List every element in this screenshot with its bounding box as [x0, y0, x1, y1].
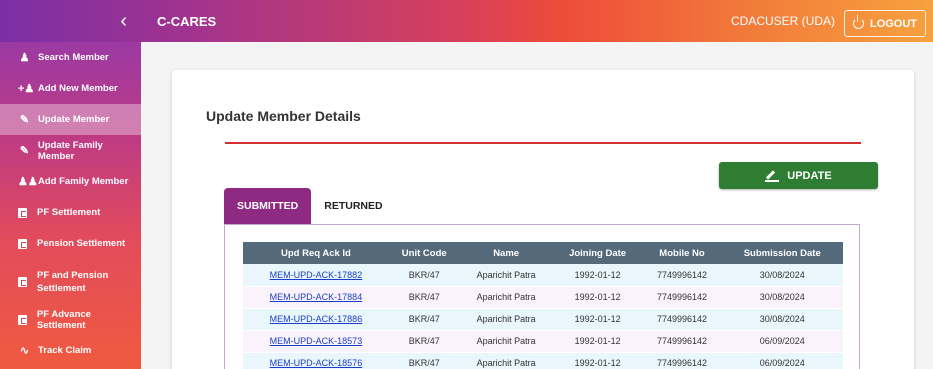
- sidebar-item-label: Search Member: [38, 52, 109, 63]
- pf-icon: [18, 238, 27, 249]
- table-cell: 06/09/2024: [721, 330, 843, 353]
- sidebar-item-label: Add Family Member: [38, 176, 129, 187]
- update-button[interactable]: UPDATE: [719, 162, 878, 189]
- edit-icon: ✎: [19, 145, 30, 157]
- top-app-bar: ‹ C-CARES CDACUSER (UDA) LOGOUT: [0, 0, 933, 42]
- sidebar-item-pf-settlement[interactable]: PF Settlement: [0, 197, 141, 228]
- table-row: MEM-UPD-ACK-18576 BKR/47 Aparichit Patra…: [243, 352, 843, 369]
- table-cell: BKR/47: [388, 308, 460, 331]
- search-user-icon: ♟: [19, 52, 30, 64]
- table-cell: Aparichit Patra: [459, 286, 553, 309]
- table-row: MEM-UPD-ACK-17882 BKR/47 Aparichit Patra…: [243, 264, 843, 287]
- logout-button[interactable]: LOGOUT: [844, 10, 926, 37]
- table-cell: 06/09/2024: [721, 352, 843, 369]
- group-icon: ♟♟: [18, 176, 38, 188]
- table-cell: 7749996142: [642, 352, 722, 369]
- ack-id-link[interactable]: MEM-UPD-ACK-17884: [270, 292, 363, 302]
- sidebar-item-search-member[interactable]: ♟ Search Member: [0, 42, 141, 73]
- table-row: MEM-UPD-ACK-17884 BKR/47 Aparichit Patra…: [243, 286, 843, 309]
- edit-icon: ✎: [19, 114, 30, 126]
- sidebar-item-pf-and-pension-settlement[interactable]: PF and Pension Settlement: [0, 259, 141, 304]
- edit-icon: [765, 170, 780, 182]
- table-row: MEM-UPD-ACK-18573 BKR/47 Aparichit Patra…: [243, 330, 843, 353]
- table-cell: BKR/47: [388, 286, 460, 309]
- sidebar-item-label: PF Advance Settlement: [36, 308, 91, 331]
- table-cell: 7749996142: [642, 286, 722, 309]
- page-title: Update Member Details: [206, 108, 361, 124]
- table-row: MEM-UPD-ACK-17886 BKR/47 Aparichit Patra…: [243, 308, 843, 331]
- user-name: CDACUSER (UDA): [730, 14, 835, 28]
- pf-icon: [18, 314, 27, 325]
- update-member-card: Update Member Details UPDATE SUBMITTED R…: [172, 70, 914, 369]
- tab-panel: Upd Req Ack Id Unit Code Name Joining Da…: [224, 224, 860, 369]
- table-cell: BKR/47: [388, 330, 460, 353]
- tab-submitted[interactable]: SUBMITTED: [224, 188, 312, 224]
- logout-label: LOGOUT: [869, 17, 918, 30]
- sidebar-item-label: Update Family Member: [37, 139, 103, 162]
- sidebar-item-label: PF and Pension Settlement: [37, 269, 109, 294]
- table-cell: BKR/47: [388, 352, 460, 369]
- sidebar-item-pf-advance-settlement[interactable]: PF Advance Settlement: [0, 304, 141, 335]
- table-cell: Aparichit Patra: [459, 308, 553, 331]
- ack-id-link[interactable]: MEM-UPD-ACK-18573: [270, 336, 363, 346]
- trend-icon: ∿: [19, 345, 30, 357]
- sidebar: ♟ Search Member +♟ Add New Member ✎ Upda…: [0, 42, 141, 369]
- power-icon: [852, 15, 864, 29]
- update-label: UPDATE: [787, 169, 832, 182]
- sidebar-item-pension-settlement[interactable]: Pension Settlement: [0, 228, 141, 259]
- sidebar-item-update-family-member[interactable]: ✎ Update Family Member: [0, 135, 141, 166]
- table-cell: 1992-01-12: [552, 264, 643, 287]
- tab-bar: SUBMITTED RETURNED: [224, 188, 396, 224]
- app-title: C-CARES: [157, 14, 217, 29]
- sidebar-item-label: Track Claim: [38, 345, 92, 356]
- tab-returned[interactable]: RETURNED: [311, 188, 395, 224]
- table-cell: Aparichit Patra: [459, 330, 553, 353]
- table-cell: 7749996142: [642, 330, 722, 353]
- table-cell: 1992-01-12: [552, 308, 643, 331]
- table-cell: Aparichit Patra: [459, 352, 553, 369]
- sidebar-item-label: PF Settlement: [37, 207, 101, 218]
- table-cell: 7749996142: [642, 264, 722, 287]
- pf-icon: [18, 207, 27, 218]
- table-cell: 30/08/2024: [721, 308, 843, 331]
- table-cell: 1992-01-12: [552, 286, 643, 309]
- sidebar-item-update-member[interactable]: ✎ Update Member: [0, 104, 141, 135]
- table-cell: 30/08/2024: [721, 264, 843, 287]
- table-header-row: Upd Req Ack Id Unit Code Name Joining Da…: [243, 242, 843, 264]
- ack-id-link[interactable]: MEM-UPD-ACK-17882: [270, 270, 363, 280]
- collapse-sidebar-icon[interactable]: ‹: [0, 0, 141, 42]
- sidebar-item-add-new-member[interactable]: +♟ Add New Member: [0, 73, 141, 104]
- table-cell: 1992-01-12: [552, 352, 643, 369]
- column-header[interactable]: Submission Date: [721, 242, 843, 264]
- column-header[interactable]: Unit Code: [389, 242, 460, 264]
- table-cell: Aparichit Patra: [459, 264, 553, 287]
- ack-id-link[interactable]: MEM-UPD-ACK-17886: [270, 314, 363, 324]
- sidebar-item-label: Pension Settlement: [37, 238, 126, 249]
- sidebar-item-track-claim[interactable]: ∿ Track Claim: [0, 335, 141, 366]
- sidebar-item-label: Add New Member: [38, 83, 118, 94]
- column-header[interactable]: Name: [460, 242, 553, 264]
- column-header[interactable]: Mobile No: [643, 242, 722, 264]
- table-cell: 1992-01-12: [552, 330, 643, 353]
- submissions-table: Upd Req Ack Id Unit Code Name Joining Da…: [243, 242, 843, 369]
- pf-icon: [18, 276, 27, 287]
- column-header[interactable]: Upd Req Ack Id: [243, 242, 389, 264]
- title-divider: [225, 142, 861, 144]
- sidebar-item-label: Update Member: [38, 114, 110, 125]
- ack-id-link[interactable]: MEM-UPD-ACK-18576: [270, 358, 363, 368]
- add-user-icon: +♟: [18, 83, 35, 95]
- sidebar-item-add-family-member[interactable]: ♟♟ Add Family Member: [0, 166, 141, 197]
- table-cell: BKR/47: [388, 264, 460, 287]
- column-header[interactable]: Joining Date: [553, 242, 643, 264]
- table-cell: 30/08/2024: [721, 286, 843, 309]
- table-cell: 7749996142: [642, 308, 722, 331]
